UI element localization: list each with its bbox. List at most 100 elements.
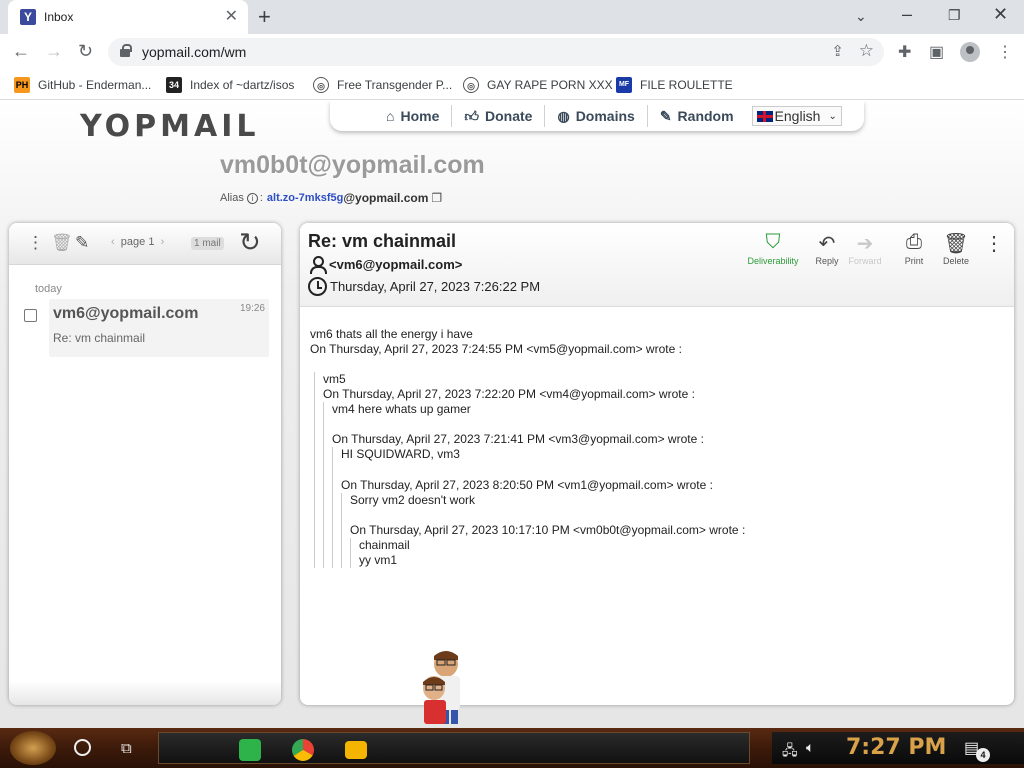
mail-list-item[interactable]: vm6@yopmail.com Re: vm chainmail 19:26: [49, 299, 269, 357]
nav-donate[interactable]: 👍︎ Donate: [452, 105, 546, 127]
bookmark-site-4[interactable]: ◎ GAY RAPE PORN XXX: [463, 76, 613, 94]
alias-value[interactable]: alt.zo-7mksf5g: [267, 192, 343, 204]
network-icon[interactable]: 🖧: [782, 740, 798, 764]
bookmark-file-roulette[interactable]: MF FILE ROULETTE: [616, 76, 733, 94]
mail-checkbox[interactable]: [24, 309, 37, 322]
message-date: Thursday, April 27, 2023 7:26:22 PM: [330, 279, 541, 294]
message-menu-button[interactable]: ⋮: [972, 231, 1014, 255]
bookmark-label: FILE ROULETTE: [640, 78, 733, 92]
logo-text: YOPMAIL: [80, 109, 260, 144]
copy-icon[interactable]: ❐: [431, 191, 442, 205]
prev-page-icon[interactable]: ‹: [111, 236, 115, 248]
body-line: On Thursday, April 27, 2023 10:17:10 PM …: [350, 523, 746, 537]
mail-time: 19:26: [239, 303, 265, 314]
task-view-icon[interactable]: ⧉: [121, 740, 132, 757]
quote-level-5: chainmail yy vm1: [350, 538, 1000, 568]
body-line: yy vm1: [359, 553, 398, 567]
globe-icon: ◍: [557, 107, 570, 124]
volume-muted-icon[interactable]: 🔈︎: [806, 739, 814, 756]
deliverability-button[interactable]: ⛉ Deliverability: [746, 231, 800, 266]
nav-home[interactable]: ⌂ Home: [374, 105, 453, 127]
message-panel: Re: vm chainmail <vm6@yopmail.com> Thurs…: [300, 223, 1014, 705]
search-circle-icon[interactable]: [74, 739, 91, 756]
nav-random-label: Random: [677, 108, 734, 124]
bookmark-star-icon[interactable]: ☆: [859, 41, 874, 61]
taskbar-clock[interactable]: 7:27 PM: [846, 735, 946, 760]
bookmark-index-dartz[interactable]: 34 Index of ~dartz/isos: [166, 76, 294, 94]
url-text[interactable]: yopmail.com/wm: [142, 44, 246, 60]
message-date-row: Thursday, April 27, 2023 7:26:22 PM: [308, 277, 540, 296]
mail-sender: vm6@yopmail.com: [53, 305, 199, 322]
trash-icon[interactable]: 🗑︎: [51, 233, 73, 253]
browser-tab-inbox[interactable]: Y Inbox ✕: [8, 0, 248, 34]
lock-icon[interactable]: [120, 44, 132, 57]
language-select[interactable]: English ⌄: [751, 106, 842, 126]
print-button[interactable]: ⎙ Print: [892, 231, 936, 266]
start-button-icon[interactable]: [10, 731, 56, 765]
body-line: chainmail: [359, 538, 410, 552]
alias-row: Alias i: alt.zo-7mksf5g @yopmail.com ❐: [220, 191, 443, 205]
chrome-app-icon[interactable]: [292, 739, 314, 761]
minimize-icon[interactable]: –: [902, 4, 912, 25]
restore-icon[interactable]: ❐: [948, 7, 961, 24]
profile-avatar-icon[interactable]: [960, 42, 980, 62]
alias-domain: @yopmail.com: [343, 191, 429, 205]
forward-icon[interactable]: →: [45, 41, 63, 62]
side-panel-icon[interactable]: ▣: [929, 42, 944, 62]
message-subject: Re: vm chainmail: [308, 231, 457, 251]
nav-donate-label: Donate: [485, 108, 533, 124]
body-line: On Thursday, April 27, 2023 7:22:20 PM <…: [323, 387, 695, 401]
inbox-menu-icon[interactable]: ⋮: [27, 233, 44, 253]
page-label: page 1: [120, 236, 155, 248]
body-line: Sorry vm2 doesn't work: [350, 493, 475, 507]
thumbs-up-icon: 👍︎: [464, 107, 480, 124]
back-icon[interactable]: ←: [12, 41, 30, 62]
tab-close-icon[interactable]: ✕: [225, 6, 238, 26]
inbox-footer: [9, 681, 281, 705]
forward-button[interactable]: ➔ Forward: [843, 231, 887, 266]
body-line: vm5: [323, 372, 346, 386]
message-body: vm6 thats all the energy i have On Thurs…: [310, 327, 1000, 568]
yopmail-logo[interactable]: YOPMAIL: [80, 109, 260, 144]
language-value: English: [774, 108, 821, 124]
yopmail-favicon-icon: Y: [20, 9, 36, 25]
quote-level-1: vm5 On Thursday, April 27, 2023 7:22:20 …: [314, 372, 1000, 568]
taskbar-apps: [158, 732, 750, 764]
file-icon: MF: [616, 77, 632, 93]
taskbar: ⧉ 🖧 🔈︎ 7:27 PM ▤ 4: [0, 728, 1024, 768]
bookmark-label: GitHub - Enderman...: [38, 78, 152, 92]
chrome-menu-icon[interactable]: ⋮: [997, 42, 1013, 62]
ph-icon: PH: [14, 77, 30, 93]
notification-count-badge: 4: [976, 748, 990, 762]
tab-search-chevron-icon[interactable]: ⌄: [855, 8, 867, 25]
clock-icon: [308, 277, 327, 296]
tab-title: Inbox: [44, 10, 74, 24]
quote-level-3: HI SQUIDWARD, vm3 On Thursday, April 27,…: [332, 447, 1000, 568]
reload-icon[interactable]: ↻: [78, 41, 93, 62]
body-line: On Thursday, April 27, 2023 7:24:55 PM <…: [310, 342, 682, 356]
nav-domains[interactable]: ◍ Domains: [545, 105, 648, 127]
address-bar[interactable]: yopmail.com/wm ⇪ ☆: [108, 38, 884, 66]
body-line: vm6 thats all the energy i have: [310, 327, 473, 341]
extensions-icon[interactable]: ✚: [898, 42, 911, 62]
bookmark-site-3[interactable]: ◎ Free Transgender P...: [313, 76, 452, 94]
pager: ‹ page 1 ›: [111, 236, 164, 248]
notes-app-icon[interactable]: [239, 739, 261, 761]
bookmark-github[interactable]: PH GitHub - Enderman...: [14, 76, 151, 94]
body-line: On Thursday, April 27, 2023 8:20:50 PM <…: [341, 478, 713, 492]
forward-arrow-icon: ➔: [856, 233, 874, 255]
yopmail-page: YOPMAIL ⌂ Home 👍︎ Donate ◍ Domains ✎ Ran…: [0, 101, 1024, 728]
file-explorer-icon[interactable]: [345, 741, 367, 759]
window-close-icon[interactable]: ✕: [993, 4, 1008, 25]
inbox-toolbar: ⋮ 🗑︎ ✎ ‹ page 1 › 1 mail ↻: [9, 223, 281, 265]
share-icon[interactable]: ⇪: [831, 42, 844, 60]
site-icon: ◎: [313, 77, 329, 93]
new-tab-icon[interactable]: +: [258, 4, 271, 30]
info-icon[interactable]: i: [246, 192, 258, 204]
refresh-icon[interactable]: ↻: [239, 227, 261, 258]
next-page-icon[interactable]: ›: [161, 236, 165, 248]
message-header: Re: vm chainmail <vm6@yopmail.com> Thurs…: [300, 223, 1014, 307]
nav-random[interactable]: ✎ Random: [648, 105, 746, 127]
compose-pencil-icon[interactable]: ✎: [75, 233, 89, 253]
uk-flag-icon: [756, 110, 773, 122]
